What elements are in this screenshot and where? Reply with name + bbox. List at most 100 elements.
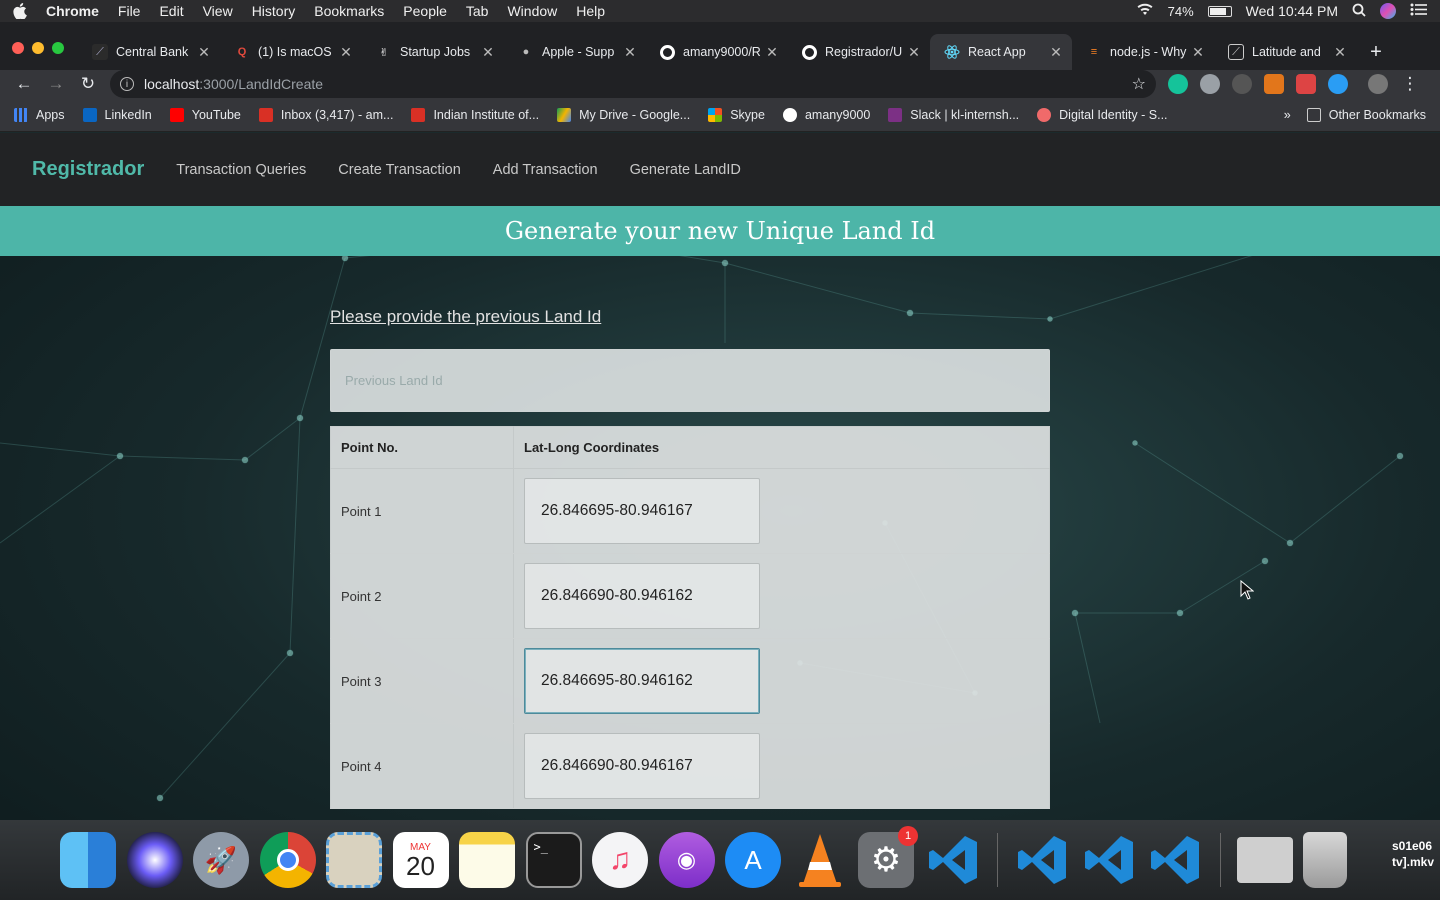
trash-icon[interactable] <box>1303 832 1347 888</box>
tab-stackoverflow[interactable]: ≡ node.js - Why ✕ <box>1072 34 1214 70</box>
close-tab-icon[interactable]: ✕ <box>906 44 922 61</box>
profile-avatar[interactable] <box>1368 74 1388 94</box>
bookmark-my-drive[interactable]: My Drive - Google... <box>557 107 690 122</box>
grammarly-extension-icon[interactable] <box>1168 74 1188 94</box>
app-store-icon[interactable]: A <box>725 832 781 888</box>
dock-separator <box>1219 833 1221 887</box>
site-info-icon[interactable]: i <box>120 77 134 91</box>
address-bar[interactable]: i localhost:3000/LandIdCreate ☆ <box>110 70 1156 98</box>
siri-icon[interactable] <box>126 832 183 888</box>
bookmark-youtube[interactable]: YouTube <box>169 107 241 122</box>
bookmark-digital-identity[interactable]: Digital Identity - S... <box>1037 107 1168 122</box>
vlc-icon[interactable] <box>792 832 848 888</box>
system-preferences-icon[interactable]: ⚙ 1 <box>858 826 918 888</box>
nav-add-transaction[interactable]: Add Transaction <box>493 162 598 178</box>
close-window-button[interactable] <box>12 42 24 54</box>
bookmark-inbox[interactable]: Inbox (3,417) - am... <box>258 107 393 122</box>
bookmark-other-bookmarks[interactable]: Other Bookmarks <box>1306 107 1426 122</box>
coordinate-input-point-2[interactable]: 26.846690-80.946162 <box>524 563 760 629</box>
vscode-icon[interactable] <box>925 832 981 888</box>
close-tab-icon[interactable]: ✕ <box>764 44 780 61</box>
spotlight-search-icon[interactable] <box>1352 3 1366 20</box>
apple-menu-icon[interactable] <box>12 3 28 19</box>
menu-history[interactable]: History <box>252 3 296 19</box>
bookmark-iit[interactable]: Indian Institute of... <box>411 107 539 122</box>
tab-startup-jobs[interactable]: ✌ Startup Jobs ✕ <box>362 34 504 70</box>
tab-quora[interactable]: Q (1) Is macOS ✕ <box>220 34 362 70</box>
table-row: Point 4 26.846690-80.946167 <box>330 723 1050 809</box>
tab-apple-support[interactable]: ● Apple - Supp ✕ <box>504 34 646 70</box>
launchpad-icon[interactable]: 🚀 <box>193 832 249 888</box>
google-drive-icon <box>557 107 572 122</box>
close-tab-icon[interactable]: ✕ <box>1190 44 1206 61</box>
coordinate-input-point-3[interactable]: 26.846695-80.946162 <box>524 648 760 714</box>
notification-center-icon[interactable] <box>1410 3 1428 19</box>
tab-central-bank[interactable]: ⟋ Central Bank ✕ <box>78 34 220 70</box>
close-tab-icon[interactable]: ✕ <box>622 44 638 61</box>
close-tab-icon[interactable]: ✕ <box>196 44 212 61</box>
back-arrow-icon[interactable]: ← <box>10 70 38 98</box>
calendar-icon[interactable]: MAY 20 <box>392 832 449 888</box>
vscode-icon[interactable] <box>1014 832 1070 888</box>
finder-icon[interactable] <box>60 832 116 888</box>
nav-generate-landid[interactable]: Generate LandID <box>630 162 741 178</box>
tab-latitude[interactable]: ⟋ Latitude and ✕ <box>1214 34 1356 70</box>
vscode-icon[interactable] <box>1147 832 1203 888</box>
battery-percent: 74% <box>1167 3 1194 19</box>
desktop-file-label[interactable]: s01e06 tv].mkv <box>1392 838 1434 870</box>
bookmarks-overflow-icon[interactable]: » <box>1284 108 1291 122</box>
minimize-window-button[interactable] <box>32 42 44 54</box>
reload-icon[interactable]: ↻ <box>74 70 102 98</box>
coordinate-input-point-4[interactable]: 26.846690-80.946167 <box>524 733 760 799</box>
brand-logo[interactable]: Registrador <box>32 158 144 181</box>
menu-view[interactable]: View <box>203 3 233 19</box>
downloads-stack-icon[interactable] <box>1236 837 1293 883</box>
bookmark-linkedin[interactable]: LinkedIn <box>82 107 152 122</box>
close-tab-icon[interactable]: ✕ <box>1048 44 1064 61</box>
menu-edit[interactable]: Edit <box>159 3 183 19</box>
menu-app-name[interactable]: Chrome <box>46 3 99 19</box>
extension-blue-icon[interactable] <box>1328 74 1348 94</box>
battery-icon[interactable] <box>1207 5 1232 17</box>
bookmark-github[interactable]: amany9000 <box>782 107 870 122</box>
tab-react-app[interactable]: React App ✕ <box>930 34 1072 70</box>
bookmark-slack[interactable]: Slack | kl-internsh... <box>888 107 1019 122</box>
page-banner-title: Generate your new Unique Land Id <box>0 206 1440 256</box>
coordinate-input-point-1[interactable]: 26.846695-80.946167 <box>524 478 760 544</box>
zoom-window-button[interactable] <box>52 42 64 54</box>
chrome-menu-icon[interactable]: ⋮ <box>1396 70 1424 98</box>
nav-transaction-queries[interactable]: Transaction Queries <box>176 162 306 178</box>
siri-icon[interactable] <box>1380 3 1396 19</box>
menu-help[interactable]: Help <box>576 3 605 19</box>
bookmark-star-icon[interactable]: ☆ <box>1132 74 1146 94</box>
previous-land-id-input[interactable] <box>330 349 1050 412</box>
extension-globe-icon[interactable] <box>1232 74 1252 94</box>
menu-people[interactable]: People <box>403 3 447 19</box>
bookmark-apps[interactable]: Apps <box>14 107 65 122</box>
menubar-clock[interactable]: Wed 10:44 PM <box>1246 3 1338 19</box>
vscode-icon[interactable] <box>1081 832 1137 888</box>
close-tab-icon[interactable]: ✕ <box>1332 44 1348 61</box>
close-tab-icon[interactable]: ✕ <box>480 44 496 61</box>
menu-window[interactable]: Window <box>507 3 557 19</box>
metamask-fox-icon[interactable] <box>1264 74 1284 94</box>
tab-github-amany9000[interactable]: amany9000/R ✕ <box>646 34 788 70</box>
itunes-icon[interactable]: ♫ <box>592 832 648 888</box>
forward-arrow-icon[interactable]: → <box>42 70 70 98</box>
new-tab-button[interactable]: + <box>1356 34 1396 70</box>
close-tab-icon[interactable]: ✕ <box>338 44 354 61</box>
extension-red-icon[interactable] <box>1296 74 1316 94</box>
tab-github-registrador[interactable]: Registrador/U ✕ <box>788 34 930 70</box>
menu-file[interactable]: File <box>118 3 141 19</box>
menu-bookmarks[interactable]: Bookmarks <box>314 3 384 19</box>
nav-create-transaction[interactable]: Create Transaction <box>338 162 461 178</box>
chrome-icon[interactable] <box>259 832 316 888</box>
notes-icon[interactable] <box>459 832 515 888</box>
menu-tab[interactable]: Tab <box>466 3 489 19</box>
terminal-icon[interactable]: >_ <box>525 832 582 888</box>
bookmark-skype[interactable]: Skype <box>708 107 765 122</box>
mail-icon[interactable] <box>326 832 382 888</box>
extension-circle-icon[interactable] <box>1200 74 1220 94</box>
wifi-icon[interactable] <box>1136 3 1154 19</box>
podcasts-icon[interactable]: ◉ <box>658 832 715 888</box>
